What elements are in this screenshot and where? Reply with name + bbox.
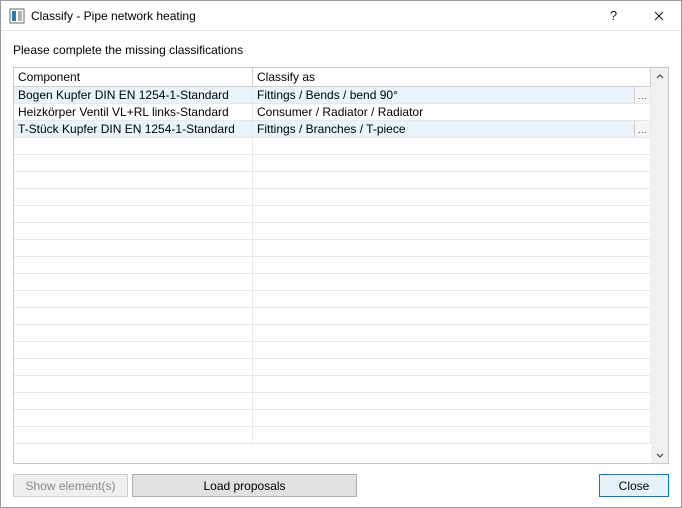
ellipsis-button[interactable]: ... (634, 121, 650, 137)
classify-as-cell[interactable]: Fittings / Bends / bend 90°... (253, 87, 651, 103)
classify-as-cell[interactable] (253, 325, 651, 341)
close-button[interactable]: Close (599, 474, 669, 497)
component-cell[interactable] (14, 138, 253, 154)
app-icon (9, 8, 25, 24)
table-row[interactable] (14, 257, 651, 274)
table-row[interactable] (14, 223, 651, 240)
component-cell[interactable] (14, 206, 253, 222)
window-close-button[interactable] (636, 1, 681, 30)
grid-header: Component Classify as (14, 68, 651, 87)
table-row[interactable] (14, 189, 651, 206)
table-row[interactable] (14, 376, 651, 393)
classify-as-text: Fittings / Branches / T-piece (257, 122, 406, 136)
component-cell[interactable] (14, 308, 253, 324)
table-row[interactable] (14, 359, 651, 376)
vertical-scrollbar[interactable] (651, 68, 668, 463)
help-button[interactable]: ? (591, 1, 636, 30)
classify-as-cell[interactable] (253, 206, 651, 222)
classify-as-text: Fittings / Bends / bend 90° (257, 88, 398, 102)
classify-as-cell[interactable]: Consumer / Radiator / Radiator (253, 104, 651, 120)
component-cell[interactable] (14, 223, 253, 239)
table-row[interactable]: Bogen Kupfer DIN EN 1254-1-StandardFitti… (14, 87, 651, 104)
classify-as-cell[interactable] (253, 359, 651, 375)
table-row[interactable]: Heizkörper Ventil VL+RL links-Standard Co… (14, 104, 651, 121)
classify-as-text: Consumer / Radiator / Radiator (257, 105, 423, 119)
dialog-window: Classify - Pipe network heating ? Please… (0, 0, 682, 508)
component-cell[interactable] (14, 342, 253, 358)
classify-as-cell[interactable] (253, 240, 651, 256)
classify-as-cell[interactable] (253, 410, 651, 426)
component-cell[interactable] (14, 172, 253, 188)
titlebar: Classify - Pipe network heating ? (1, 1, 681, 31)
instruction-text: Please complete the missing classificati… (13, 43, 669, 57)
classify-as-cell[interactable] (253, 342, 651, 358)
load-proposals-button[interactable]: Load proposals (132, 474, 357, 497)
ellipsis-button[interactable]: ... (634, 87, 650, 103)
component-cell[interactable] (14, 393, 253, 409)
classify-as-cell[interactable] (253, 274, 651, 290)
component-cell[interactable] (14, 257, 253, 273)
component-cell[interactable] (14, 325, 253, 341)
close-icon (654, 8, 664, 24)
button-row: Show element(s) Load proposals Close (13, 464, 669, 497)
classify-as-cell[interactable] (253, 172, 651, 188)
scroll-up-button[interactable] (651, 68, 668, 85)
component-cell[interactable] (14, 274, 253, 290)
classify-as-cell[interactable] (253, 189, 651, 205)
component-cell[interactable] (14, 427, 253, 443)
table-row[interactable] (14, 325, 651, 342)
chevron-down-icon (656, 448, 664, 462)
classify-as-cell[interactable] (253, 223, 651, 239)
classify-as-cell[interactable] (253, 393, 651, 409)
table-row[interactable] (14, 308, 651, 325)
table-row[interactable] (14, 393, 651, 410)
table-row[interactable] (14, 410, 651, 427)
classify-as-cell[interactable] (253, 257, 651, 273)
component-cell[interactable] (14, 155, 253, 171)
table-row[interactable] (14, 342, 651, 359)
table-row[interactable]: T-Stück Kupfer DIN EN 1254-1-StandardFit… (14, 121, 651, 138)
classify-as-cell[interactable] (253, 138, 651, 154)
classify-as-cell[interactable] (253, 308, 651, 324)
table-row[interactable] (14, 291, 651, 308)
header-component[interactable]: Component (14, 68, 253, 87)
component-cell[interactable]: Bogen Kupfer DIN EN 1254-1-Standard (14, 87, 253, 103)
table-row[interactable] (14, 172, 651, 189)
component-cell[interactable]: Heizkörper Ventil VL+RL links-Standard (14, 104, 253, 120)
component-cell[interactable] (14, 240, 253, 256)
dialog-content: Please complete the missing classificati… (1, 31, 681, 507)
component-cell[interactable] (14, 359, 253, 375)
show-elements-button: Show element(s) (13, 474, 128, 497)
table-row[interactable] (14, 427, 651, 444)
table-row[interactable] (14, 155, 651, 172)
classify-as-cell[interactable] (253, 427, 651, 443)
component-cell[interactable] (14, 291, 253, 307)
component-cell[interactable]: T-Stück Kupfer DIN EN 1254-1-Standard (14, 121, 253, 137)
classify-as-cell[interactable]: Fittings / Branches / T-piece... (253, 121, 651, 137)
component-cell[interactable] (14, 410, 253, 426)
table-row[interactable] (14, 206, 651, 223)
header-classify-as[interactable]: Classify as (253, 68, 651, 87)
table-row[interactable] (14, 240, 651, 257)
scroll-track[interactable] (651, 85, 668, 446)
classification-grid: Component Classify as Bogen Kupfer DIN E… (13, 67, 669, 464)
classify-as-cell[interactable] (253, 155, 651, 171)
scroll-down-button[interactable] (651, 446, 668, 463)
window-title: Classify - Pipe network heating (31, 9, 196, 23)
chevron-up-icon (656, 70, 664, 84)
grid-body: Bogen Kupfer DIN EN 1254-1-StandardFitti… (14, 87, 651, 463)
table-row[interactable] (14, 138, 651, 155)
component-cell[interactable] (14, 376, 253, 392)
grid-main: Component Classify as Bogen Kupfer DIN E… (14, 68, 651, 463)
table-row[interactable] (14, 274, 651, 291)
classify-as-cell[interactable] (253, 376, 651, 392)
classify-as-cell[interactable] (253, 291, 651, 307)
component-cell[interactable] (14, 189, 253, 205)
